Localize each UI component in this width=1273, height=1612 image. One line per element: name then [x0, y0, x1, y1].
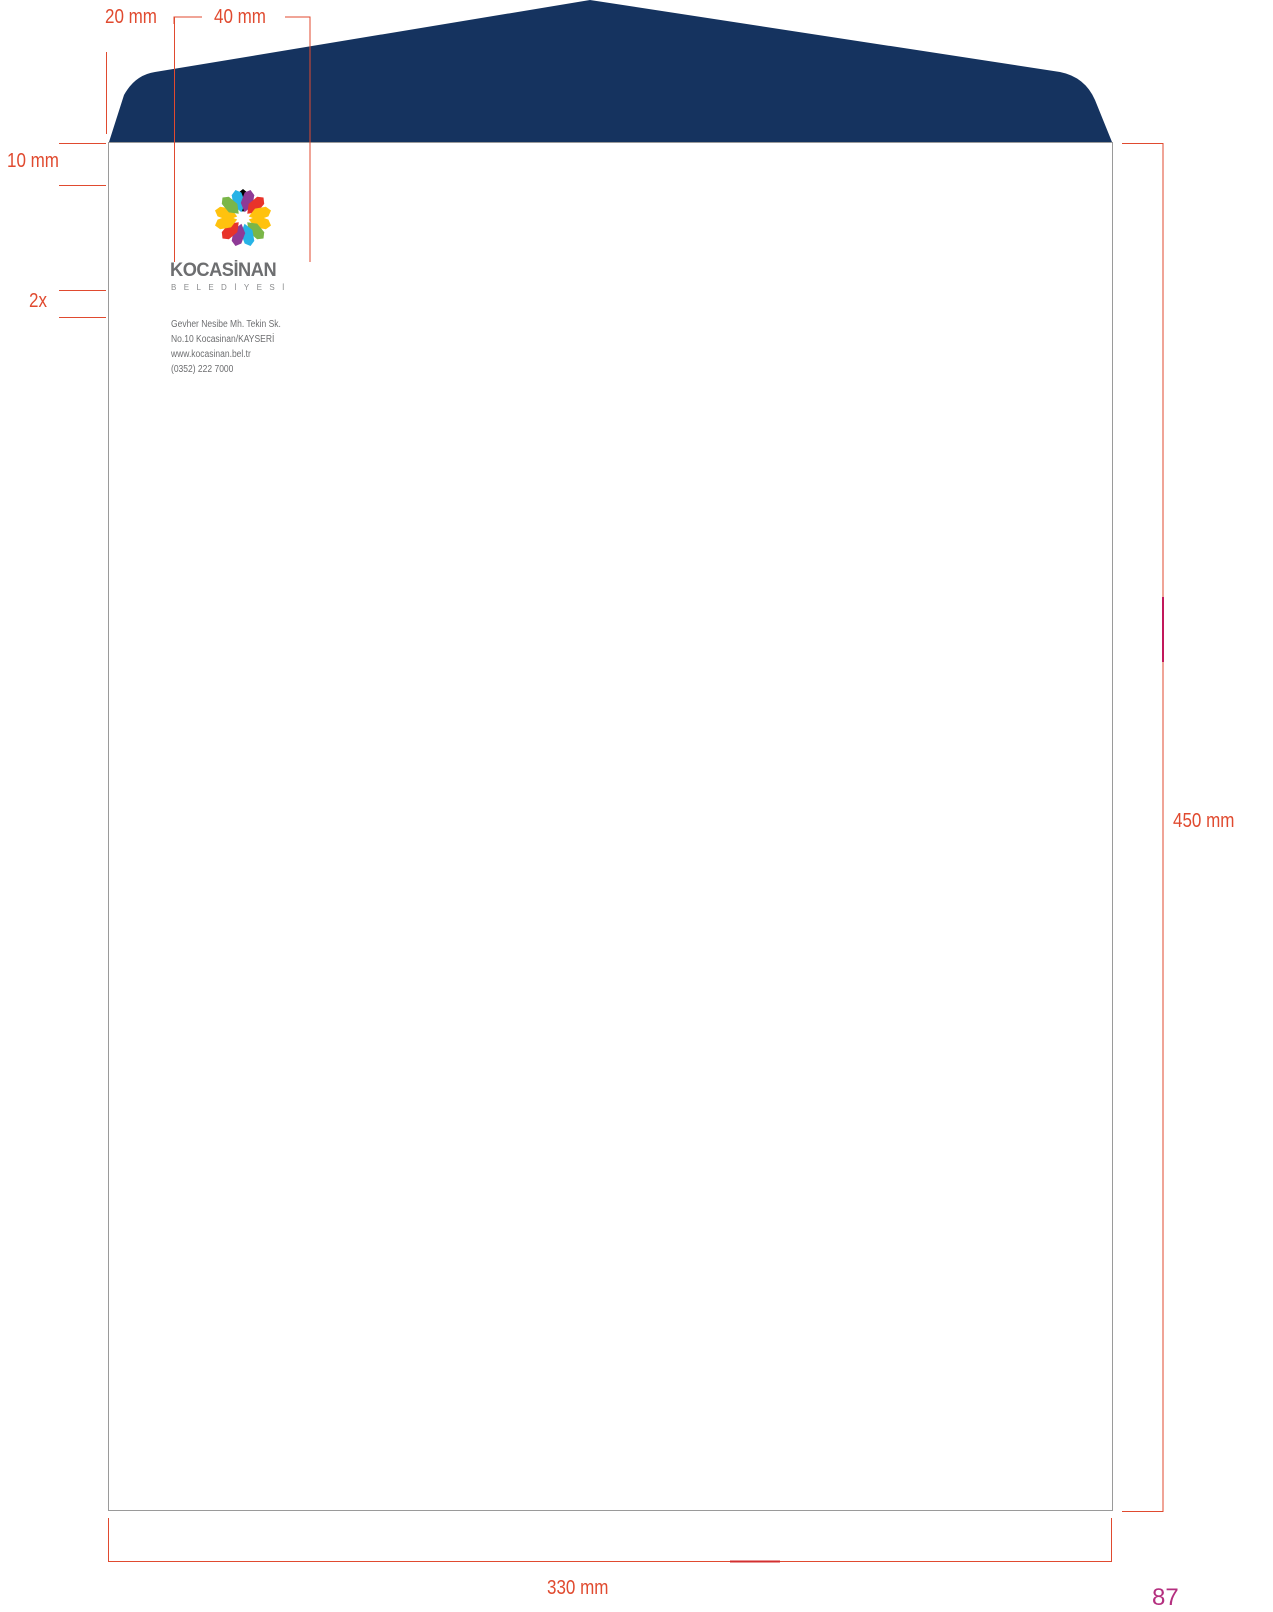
- dim-bracket-height: [1122, 143, 1164, 1512]
- logo-subline: BELEDİYESİ: [171, 283, 292, 292]
- dim-bracket-width: [108, 1518, 1112, 1562]
- page-number: 87: [1152, 1584, 1179, 1611]
- address-line-4: (0352) 222 7000: [171, 364, 234, 375]
- address-line-3: www.kocasinan.bel.tr: [171, 349, 251, 360]
- dim-label-top-margin: 10 mm: [7, 150, 59, 172]
- dim-bracket-logo-width: [173, 16, 202, 24]
- logo-wordmark: KOCASİNAN: [170, 260, 277, 281]
- dim-label-width: 330 mm: [547, 1577, 609, 1599]
- dim-label-left-margin: 20 mm: [105, 6, 157, 28]
- dim-label-logo-width: 40 mm: [214, 6, 266, 28]
- address-line-1: Gevher Nesibe Mh. Tekin Sk.: [171, 319, 281, 330]
- dim-label-spacing: 2x: [29, 290, 47, 312]
- address-line-2: No.10 Kocasinan/KAYSERİ: [171, 334, 275, 345]
- dim-label-height: 450 mm: [1173, 810, 1235, 832]
- envelope-drawing: [59, 0, 1164, 1563]
